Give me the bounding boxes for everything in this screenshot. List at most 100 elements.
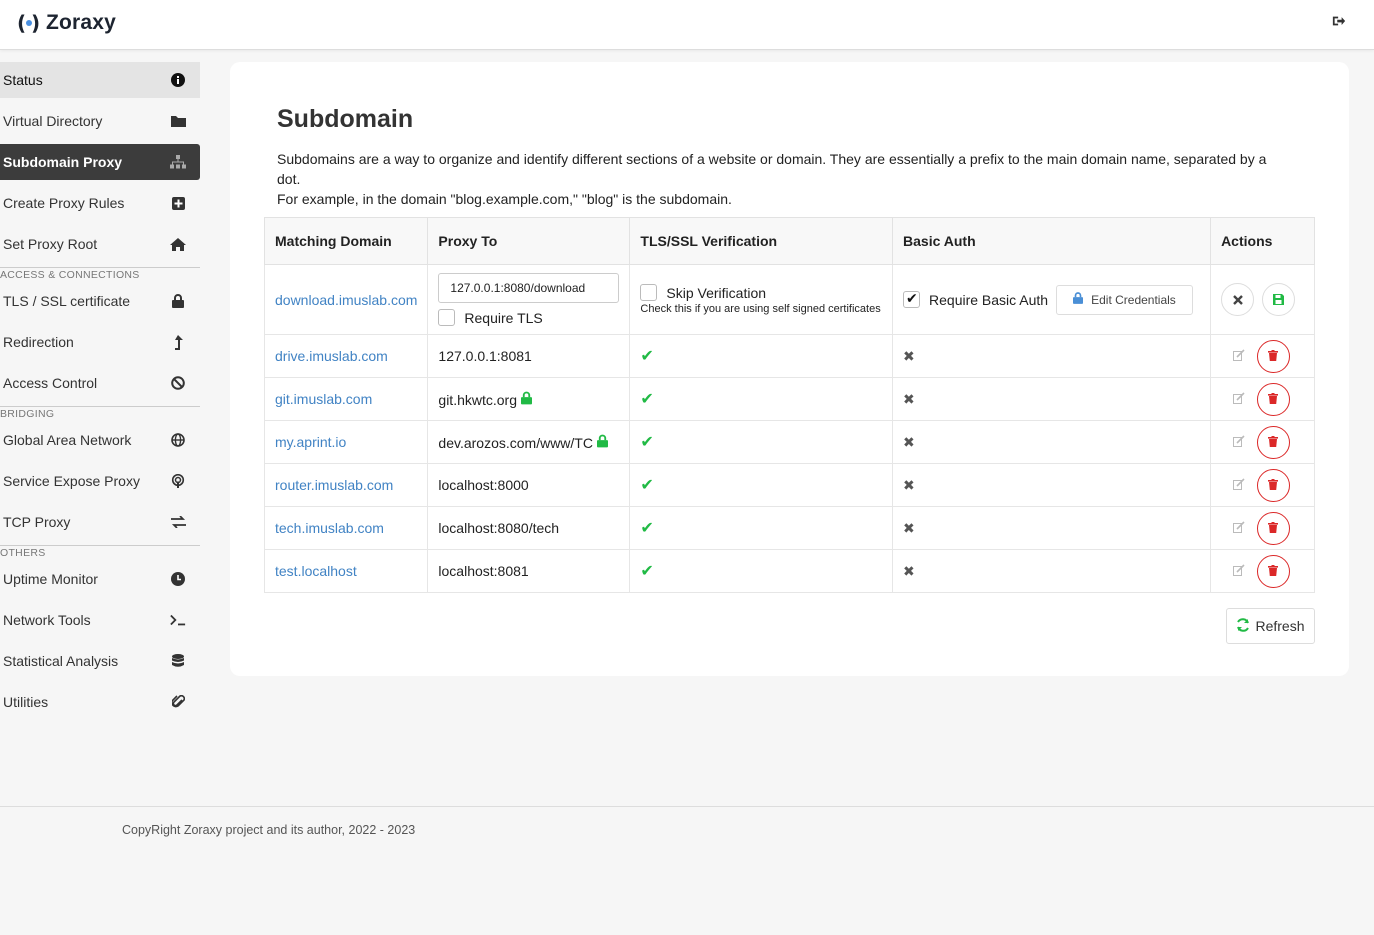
sidebar-item-status[interactable]: Status: [0, 62, 200, 98]
sidebar-item-network-tools[interactable]: Network Tools: [0, 602, 200, 638]
edit-icon[interactable]: [1233, 521, 1247, 535]
skip-verification-checkbox[interactable]: Skip Verification: [640, 284, 882, 301]
edit-icon[interactable]: [1233, 435, 1247, 449]
section-access-connections: ACCESS & CONNECTIONS: [0, 267, 200, 283]
header-proxy-to: Proxy To: [427, 217, 631, 265]
header-actions: Actions: [1210, 217, 1315, 265]
check-icon: ✔: [640, 391, 654, 408]
domain-link[interactable]: router.imuslab.com: [275, 477, 393, 493]
trash-icon: [1268, 434, 1279, 450]
ban-icon: [170, 375, 186, 391]
table-row: my.aprint.io dev.arozos.com/www/TC ✔ ✖: [263, 420, 1315, 464]
cross-icon: ✖: [903, 433, 915, 450]
sidebar-item-service-expose-proxy[interactable]: Service Expose Proxy: [0, 463, 200, 499]
zoraxy-logo-icon: (): [17, 11, 41, 35]
check-icon: ✔: [640, 477, 654, 494]
check-icon: ✔: [640, 434, 654, 451]
trash-icon: [1268, 348, 1279, 364]
sidebar-item-subdomain-proxy[interactable]: Subdomain Proxy: [0, 144, 200, 180]
require-tls-checkbox[interactable]: Require TLS: [438, 309, 619, 326]
checkbox-box-checked[interactable]: [903, 290, 921, 308]
proxy-target: 127.0.0.1:8081: [438, 348, 532, 364]
cross-icon: ✖: [903, 562, 915, 579]
sidebar-item-virtual-directory[interactable]: Virtual Directory: [0, 103, 200, 139]
sidebar-item-access-control[interactable]: Access Control: [0, 365, 200, 401]
level-up-icon: [170, 334, 186, 350]
sidebar-item-statistical-analysis[interactable]: Statistical Analysis: [0, 643, 200, 679]
proxy-target: git.hkwtc.org: [438, 391, 517, 408]
plus-square-icon: [170, 195, 186, 211]
require-basic-auth-checkbox[interactable]: Require Basic Auth Edit Credentials: [903, 284, 1200, 315]
cross-icon: ✖: [903, 390, 915, 407]
table-row: test.localhost localhost:8081 ✔ ✖: [263, 549, 1315, 593]
domain-link[interactable]: download.imuslab.com: [275, 292, 417, 308]
header-basic-auth: Basic Auth: [892, 217, 1212, 265]
header-matching-domain: Matching Domain: [263, 217, 429, 265]
sitemap-icon: [170, 154, 186, 170]
delete-button[interactable]: [1256, 554, 1290, 588]
sidebar-item-redirection[interactable]: Redirection: [0, 324, 200, 360]
section-others: OTHERS: [0, 545, 200, 561]
delete-button[interactable]: [1256, 468, 1290, 502]
footer-copyright: CopyRight Zoraxy project and its author,…: [122, 823, 416, 837]
cancel-edit-button[interactable]: [1221, 283, 1255, 316]
trash-icon: [1268, 477, 1279, 493]
trash-icon: [1268, 520, 1279, 536]
sidebar-item-utilities[interactable]: Utilities: [0, 684, 200, 720]
subdomain-table: Matching Domain Proxy To TLS/SSL Verific…: [263, 217, 1315, 593]
delete-button[interactable]: [1256, 511, 1290, 545]
domain-link[interactable]: test.localhost: [275, 563, 357, 579]
folder-icon: [170, 113, 186, 129]
edit-icon[interactable]: [1233, 478, 1247, 492]
domain-link[interactable]: my.aprint.io: [275, 434, 346, 450]
sidebar: Status Virtual Directory Subdomain Proxy…: [0, 62, 200, 725]
sidebar-item-create-proxy-rules[interactable]: Create Proxy Rules: [0, 185, 200, 221]
sidebar-item-set-proxy-root[interactable]: Set Proxy Root: [0, 226, 200, 262]
cross-icon: ✖: [903, 476, 915, 493]
check-icon: ✔: [640, 520, 654, 537]
footer-divider: [0, 806, 1374, 807]
tls-lock-icon: [596, 434, 608, 451]
logout-icon[interactable]: [1332, 14, 1350, 32]
sidebar-item-global-area-network[interactable]: Global Area Network: [0, 422, 200, 458]
table-row-editing: download.imuslab.com 127.0.0.1:8080/down…: [263, 264, 1315, 335]
tls-lock-icon: [520, 391, 532, 408]
save-edit-button[interactable]: [1261, 283, 1295, 316]
skip-verification-hint: Check this if you are using self signed …: [640, 303, 881, 315]
proxy-target-input[interactable]: 127.0.0.1:8080/download: [438, 273, 620, 303]
sidebar-item-uptime-monitor[interactable]: Uptime Monitor: [0, 561, 200, 597]
edit-icon[interactable]: [1233, 392, 1247, 406]
edit-icon[interactable]: [1233, 349, 1247, 363]
domain-link[interactable]: drive.imuslab.com: [275, 348, 388, 364]
domain-link[interactable]: git.imuslab.com: [275, 391, 372, 407]
delete-button[interactable]: [1256, 382, 1290, 416]
section-bridging: BRIDGING: [0, 406, 200, 422]
close-icon: [1232, 292, 1243, 308]
check-icon: ✔: [640, 348, 654, 365]
brand-name: Zoraxy: [46, 11, 117, 34]
brand-logo[interactable]: () Zoraxy: [16, 10, 116, 36]
edit-icon[interactable]: [1233, 564, 1247, 578]
table-header-row: Matching Domain Proxy To TLS/SSL Verific…: [263, 217, 1315, 265]
edit-credentials-button[interactable]: Edit Credentials: [1056, 284, 1193, 315]
delete-button[interactable]: [1256, 425, 1290, 459]
proxy-target: localhost:8080/tech: [438, 520, 560, 536]
checkbox-box[interactable]: [640, 284, 658, 301]
trash-icon: [1268, 391, 1279, 407]
refresh-button[interactable]: Refresh: [1226, 608, 1315, 644]
table-row: drive.imuslab.com 127.0.0.1:8081 ✔ ✖: [263, 334, 1315, 378]
lock-icon: [1073, 292, 1084, 307]
clock-icon: [170, 571, 186, 587]
sidebar-item-tcp-proxy[interactable]: TCP Proxy: [0, 504, 200, 540]
exchange-icon: [170, 514, 186, 530]
top-bar: () Zoraxy: [0, 0, 1374, 50]
delete-button[interactable]: [1256, 339, 1290, 373]
sidebar-item-tls-ssl[interactable]: TLS / SSL certificate: [0, 283, 200, 319]
podcast-icon: [170, 473, 186, 489]
domain-link[interactable]: tech.imuslab.com: [275, 520, 384, 536]
checkbox-box[interactable]: [438, 309, 456, 326]
proxy-target: localhost:8081: [438, 563, 529, 579]
globe-icon: [170, 432, 186, 448]
refresh-icon: [1236, 617, 1250, 635]
lock-icon: [170, 293, 186, 309]
